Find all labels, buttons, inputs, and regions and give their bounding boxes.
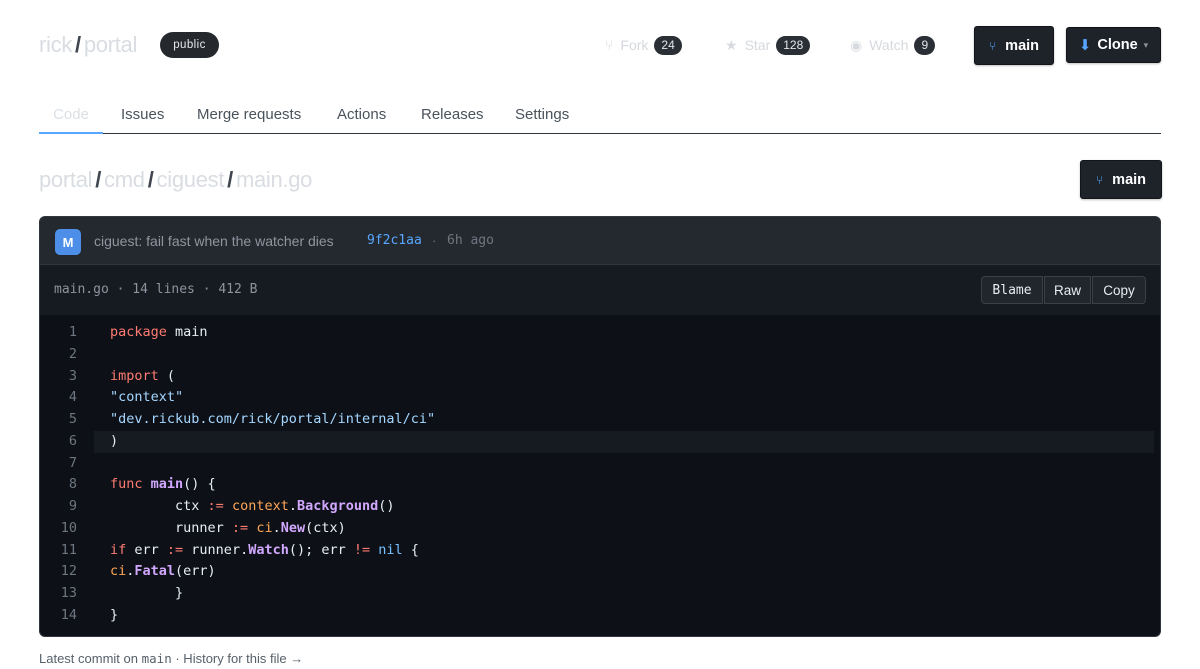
line-number[interactable]: 3 [40, 366, 77, 388]
code-text: if err := runner.Watch(); err != nil { [110, 541, 419, 558]
code-text: "context" [110, 389, 184, 406]
footer-branch: main [141, 651, 172, 666]
repo-name-link[interactable]: portal [84, 32, 138, 58]
code-text: ci.Fatal(err) [110, 563, 216, 580]
code-text: "dev.rickub.com/rick/portal/internal/ci" [110, 411, 436, 427]
branch-icon: ⑂ [988, 38, 997, 53]
line-number[interactable]: 6 [40, 431, 77, 453]
code-text: func main() { [110, 476, 216, 493]
watch-count-badge: 9 [914, 35, 936, 55]
footer-prefix: Latest commit on [39, 651, 138, 666]
code-line: 13 } [40, 583, 1160, 605]
line-number[interactable]: 5 [40, 409, 77, 431]
tab-settings[interactable]: Settings [515, 96, 569, 133]
commit-separator: · [432, 233, 437, 248]
branch-label: main [1005, 37, 1040, 54]
footer-note: Latest commit on main · History for this… [39, 651, 303, 666]
watch-label: Watch [869, 37, 909, 53]
line-number[interactable]: 14 [40, 605, 77, 627]
code-line: 1 package main [40, 322, 1160, 344]
file-header: main.go · 14 lines · 412 B Blame Raw Cop… [39, 265, 1161, 315]
path-separator: / [95, 167, 102, 192]
line-number[interactable]: 1 [40, 322, 77, 344]
code-line: 9 ctx := context.Background() [40, 496, 1160, 518]
code-line: 6) [40, 430, 1160, 453]
fork-button[interactable]: ⑂ Fork 24 [605, 32, 682, 58]
raw-button[interactable]: Raw [1044, 276, 1091, 304]
repo-owner-link[interactable]: rick [39, 32, 72, 58]
path-segment-link[interactable]: cmd [104, 167, 145, 193]
avatar[interactable]: M [55, 229, 81, 255]
blame-button[interactable]: Blame [981, 276, 1043, 304]
path-separator: / [227, 167, 233, 192]
line-number[interactable]: 9 [40, 496, 77, 518]
chevron-down-icon: ▾ [1143, 39, 1149, 50]
commit-message[interactable]: ciguest: fail fast when the watcher dies [94, 233, 334, 249]
code-line: 11 if err := runner.Watch(); err != nil { [40, 540, 1160, 562]
path-segment-link[interactable]: portal [39, 167, 93, 193]
repo-tab-bar: Code Issues Merge requests Actions Relea… [39, 96, 1161, 134]
code-text: runner := ci.New(ctx) [110, 519, 346, 536]
tab-code[interactable]: Code [39, 96, 103, 134]
code-text: package main [110, 324, 208, 340]
tab-actions[interactable]: Actions [337, 96, 386, 133]
download-arrow-icon: ⬇ [1078, 37, 1092, 54]
code-text: } [110, 585, 184, 601]
line-number[interactable]: 4 [40, 387, 77, 409]
line-number[interactable]: 11 [40, 540, 77, 562]
clone-label: Clone [1097, 37, 1138, 53]
star-button[interactable]: ★ Star 128 [725, 32, 811, 58]
line-number[interactable]: 10 [40, 518, 77, 540]
star-label: Star [744, 37, 771, 53]
star-count-badge: 128 [776, 35, 811, 55]
code-text: import ( [110, 367, 176, 384]
clone-button[interactable]: ⬇ Clone ▾ [1066, 27, 1161, 63]
commit-sha-link[interactable]: 9f2c1aa [367, 233, 422, 248]
repo-breadcrumb: rick / portal [39, 30, 137, 60]
code-line: 3 import ( [40, 366, 1160, 388]
branch-select-button[interactable]: ⑂ main [974, 26, 1054, 65]
code-line: 14} [40, 605, 1160, 627]
file-meta: main.go · 14 lines · 412 B [54, 282, 258, 297]
path-branch-button[interactable]: ⑂ main [1080, 160, 1162, 199]
branch-icon: ⑂ [1095, 172, 1104, 187]
line-number[interactable]: 2 [40, 344, 77, 366]
copy-button[interactable]: Copy [1092, 276, 1146, 304]
code-text: } [110, 606, 119, 623]
breadcrumb-separator: / [75, 32, 81, 57]
fork-count-badge: 24 [654, 35, 682, 55]
path-current-file: main.go [235, 167, 313, 192]
branch-label: main [1112, 171, 1147, 188]
fork-icon: ⑂ [605, 37, 614, 53]
eye-icon: ◉ [850, 36, 863, 53]
star-icon: ★ [725, 36, 738, 53]
history-link[interactable]: · History for this file → [175, 651, 303, 666]
file-path-breadcrumb: portal / cmd / ciguest / main.go [39, 165, 312, 195]
code-line: 7 [40, 453, 1160, 475]
code-line: 4 "context" [40, 387, 1160, 409]
latest-commit-bar: M ciguest: fail fast when the watcher di… [39, 216, 1161, 265]
code-text: ctx := context.Background() [110, 498, 395, 514]
code-text: ) [110, 432, 119, 449]
tab-issues[interactable]: Issues [121, 96, 164, 133]
fork-label: Fork [620, 37, 649, 53]
code-view: 1 package main 2 3 import ( 4 "context" 5 "dev.r… [39, 315, 1161, 637]
commit-time: 6h ago [447, 233, 494, 248]
code-line: 8 func main() { [40, 474, 1160, 496]
watch-button[interactable]: ◉ Watch 9 [850, 32, 936, 58]
path-segment-link[interactable]: ciguest [157, 167, 225, 193]
path-separator: / [147, 167, 154, 192]
visibility-badge: public [160, 32, 219, 58]
code-line: 2 [40, 344, 1160, 366]
line-number[interactable]: 8 [40, 474, 77, 496]
tab-releases[interactable]: Releases [421, 96, 484, 133]
line-number[interactable]: 7 [40, 453, 77, 475]
line-number[interactable]: 12 [40, 561, 77, 583]
code-line: 10 runner := ci.New(ctx) [40, 518, 1160, 540]
code-line: 5 "dev.rickub.com/rick/portal/internal/ci… [40, 409, 1160, 431]
tab-merge-requests[interactable]: Merge requests [197, 96, 301, 133]
code-line: 12 ci.Fatal(err) [40, 561, 1160, 583]
line-number[interactable]: 13 [40, 583, 77, 605]
